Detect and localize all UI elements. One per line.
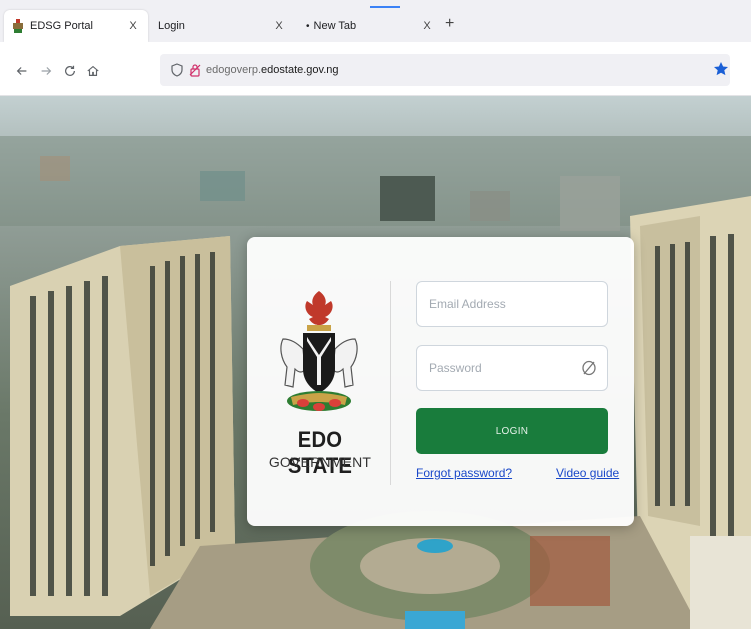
url-host-domain: edostate.gov.ng [261,64,339,76]
brand-title: EDO STATE [287,427,353,478]
url-host-prefix: edogoverp. [206,64,262,76]
video-guide-link[interactable]: Video guide [556,466,619,480]
forward-arrow-icon[interactable] [38,63,54,79]
back-arrow-icon[interactable] [14,63,30,79]
tracking-shield-icon[interactable] [170,63,184,77]
tab-edsg-portal[interactable]: EDSG Portal X [4,10,148,42]
tab-unread-dot: • [306,20,310,32]
tab-label: New Tab [313,20,357,32]
reload-icon[interactable] [62,63,78,79]
email-field[interactable] [416,281,608,327]
browser-tab-strip: EDSG Portal X Login X • New Tab X + [0,0,751,42]
close-tab-icon[interactable]: X [126,20,140,32]
bookmark-star-icon[interactable] [713,61,729,77]
close-tab-icon[interactable]: X [420,20,434,32]
email-input[interactable] [427,296,597,312]
tab-login[interactable]: Login X [150,10,294,42]
coat-of-arms-favicon-icon [13,19,23,33]
card-divider [390,281,391,485]
login-button[interactable]: LOGIN [416,408,608,454]
login-card: EDO STATE GOVERNMENT LOGIN Forgot passwo… [247,237,634,526]
close-tab-icon[interactable]: X [272,20,286,32]
address-bar[interactable]: edogoverp. edostate.gov.ng [160,54,730,86]
tab-label: Login [158,20,185,32]
password-field[interactable] [416,345,608,391]
brand-subtitle: GOVERNMENT [268,454,372,470]
new-tab-button[interactable]: + [445,16,454,32]
password-input[interactable] [427,360,581,376]
coat-of-arms-icon [280,291,358,411]
browser-navigation-bar: edogoverp. edostate.gov.ng [0,42,751,96]
home-icon[interactable] [85,63,101,79]
eye-slash-icon[interactable] [581,360,597,376]
site-info-icon[interactable] [188,63,202,77]
login-page: EDO STATE GOVERNMENT LOGIN Forgot passwo… [0,96,751,629]
tab-activity-indicator [370,6,400,8]
forgot-password-link[interactable]: Forgot password? [416,466,512,480]
tab-new-tab[interactable]: • New Tab X [298,10,442,42]
tab-label: EDSG Portal [30,20,93,32]
